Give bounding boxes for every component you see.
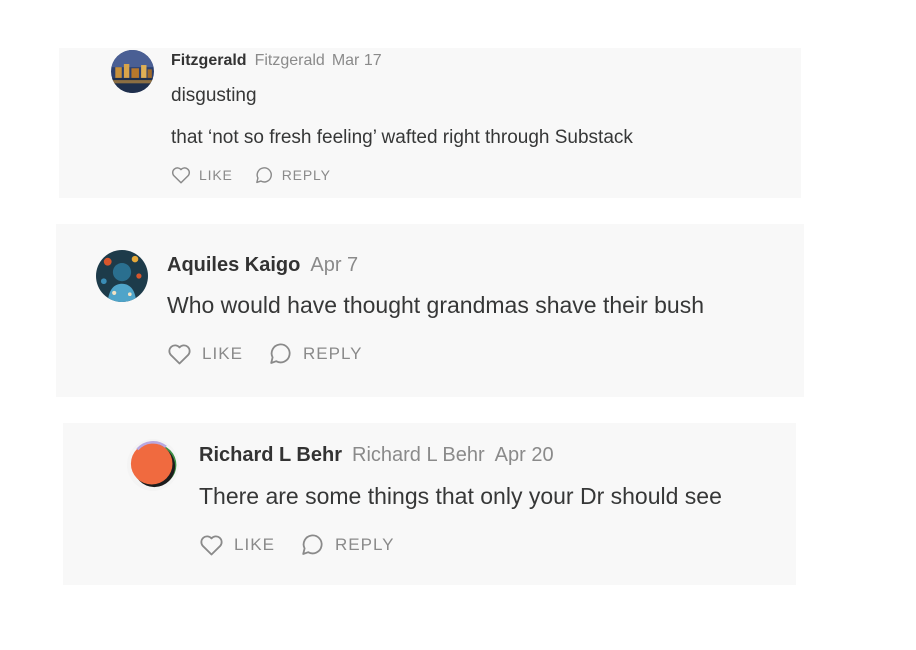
like-label: LIKE: [199, 167, 233, 183]
comment-date[interactable]: Mar 17: [332, 52, 382, 70]
comment-meta: Fitzgerald Fitzgerald Mar 17: [171, 52, 382, 70]
reply-button[interactable]: REPLY: [255, 166, 331, 184]
like-label: LIKE: [202, 343, 243, 363]
author-handle[interactable]: Fitzgerald: [255, 52, 325, 70]
avatar[interactable]: [96, 250, 148, 302]
like-label: LIKE: [234, 534, 275, 554]
comment-text: disgusting: [171, 85, 257, 106]
city-photo-icon: [111, 50, 154, 93]
comment-actions: LIKE REPLY: [167, 342, 363, 365]
reply-button[interactable]: REPLY: [269, 342, 363, 365]
comment-card: Fitzgerald Fitzgerald Mar 17 disgusting …: [59, 48, 801, 198]
author-handle[interactable]: Richard L Behr: [352, 444, 485, 467]
orange-circle-icon: [127, 439, 179, 491]
portrait-illustration-icon: [96, 250, 148, 302]
comment-date[interactable]: Apr 20: [495, 444, 554, 467]
reply-label: REPLY: [334, 534, 395, 554]
comment-card-reply: Richard L Behr Richard L Behr Apr 20 The…: [63, 423, 796, 585]
reply-label: REPLY: [302, 343, 363, 363]
speech-bubble-icon: [255, 167, 272, 184]
author-name[interactable]: Fitzgerald: [171, 52, 247, 70]
comment-meta: Richard L Behr Richard L Behr Apr 20: [199, 444, 554, 467]
comment-actions: LIKE REPLY: [199, 533, 395, 556]
author-name[interactable]: Richard L Behr: [199, 444, 342, 467]
comment-actions: LIKE REPLY: [171, 166, 331, 184]
like-button[interactable]: LIKE: [199, 534, 275, 556]
comment-text: Who would have thought grandmas shave th…: [167, 292, 704, 318]
heart-icon: [200, 534, 223, 555]
speech-bubble-icon: [302, 534, 323, 555]
reply-button[interactable]: REPLY: [301, 533, 395, 556]
avatar[interactable]: [111, 50, 154, 93]
comment-text: that ‘not so fresh feeling’ wafted right…: [171, 127, 633, 148]
comment-meta: Aquiles Kaigo Apr 7: [167, 254, 358, 277]
reply-label: REPLY: [281, 167, 331, 183]
comment-date[interactable]: Apr 7: [310, 254, 358, 277]
speech-bubble-icon: [270, 343, 291, 364]
author-name[interactable]: Aquiles Kaigo: [167, 254, 300, 277]
like-button[interactable]: LIKE: [171, 166, 233, 184]
comment-card: Aquiles Kaigo Apr 7 Who would have thoug…: [56, 224, 804, 397]
avatar[interactable]: [127, 439, 179, 491]
heart-icon: [168, 343, 191, 364]
comment-text: There are some things that only your Dr …: [199, 483, 722, 509]
like-button[interactable]: LIKE: [167, 343, 243, 365]
heart-icon: [171, 167, 191, 184]
